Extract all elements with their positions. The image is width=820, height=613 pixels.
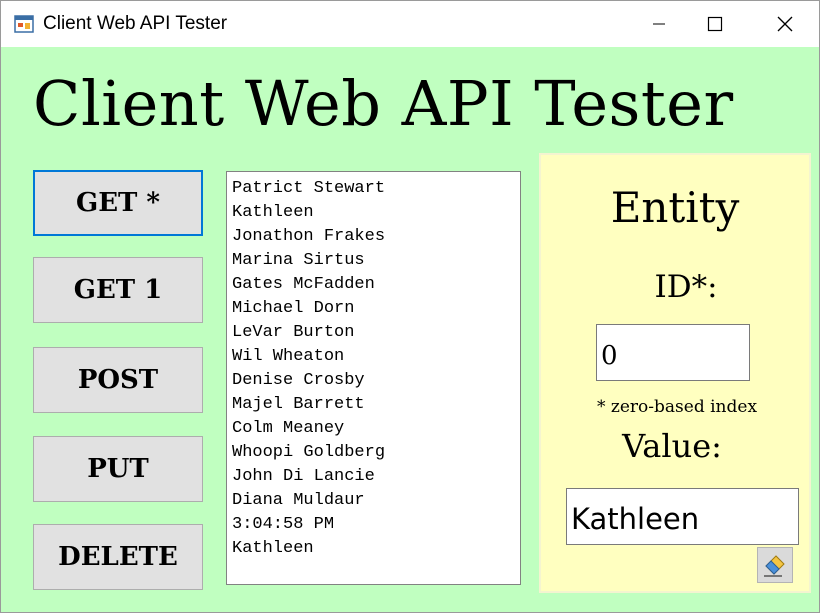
- app-window: Client Web API Tester Client Web API Tes…: [0, 0, 820, 613]
- put-button[interactable]: PUT: [33, 436, 203, 502]
- post-button[interactable]: POST: [33, 347, 203, 413]
- list-item[interactable]: Patrict Stewart: [232, 177, 520, 201]
- maximize-icon: [707, 16, 723, 32]
- close-icon: [777, 16, 793, 32]
- list-item[interactable]: Whoopi Goldberg: [232, 441, 520, 465]
- close-button[interactable]: [755, 1, 815, 47]
- list-item[interactable]: Kathleen: [232, 537, 520, 561]
- list-item[interactable]: Kathleen: [232, 201, 520, 225]
- entity-title: Entity: [610, 183, 740, 232]
- get-all-button[interactable]: GET *: [33, 170, 203, 236]
- id-hint: * zero-based index: [597, 397, 758, 417]
- value-input[interactable]: Kathleen: [566, 488, 799, 545]
- list-item[interactable]: Marina Sirtus: [232, 249, 520, 273]
- eraser-icon: [764, 555, 785, 577]
- list-item[interactable]: Wil Wheaton: [232, 345, 520, 369]
- minimize-button[interactable]: [629, 1, 689, 47]
- list-item[interactable]: Colm Meaney: [232, 417, 520, 441]
- list-item[interactable]: Gates McFadden: [232, 273, 520, 297]
- list-item[interactable]: Michael Dorn: [232, 297, 520, 321]
- entity-panel: Entity ID*: 0 * zero-based index Value: …: [539, 153, 811, 593]
- list-item[interactable]: LeVar Burton: [232, 321, 520, 345]
- list-item[interactable]: 3:04:58 PM: [232, 513, 520, 537]
- list-item[interactable]: John Di Lancie: [232, 465, 520, 489]
- minimize-icon: [653, 23, 665, 25]
- page-title: Client Web API Tester: [33, 67, 734, 140]
- results-listbox[interactable]: Patrict Stewart Kathleen Jonathon Frakes Ma…: [226, 171, 521, 585]
- maximize-button[interactable]: [685, 1, 745, 47]
- id-label: ID*:: [654, 269, 718, 305]
- list-item[interactable]: Majel Barrett: [232, 393, 520, 417]
- app-icon: [14, 14, 34, 34]
- id-input[interactable]: 0: [596, 324, 750, 381]
- title-bar[interactable]: Client Web API Tester: [1, 1, 819, 47]
- list-item[interactable]: Denise Crosby: [232, 369, 520, 393]
- value-label: Value:: [622, 427, 722, 465]
- get-one-button[interactable]: GET 1: [33, 257, 203, 323]
- clear-button[interactable]: [757, 547, 793, 583]
- delete-button[interactable]: DELETE: [33, 524, 203, 590]
- list-item[interactable]: Jonathon Frakes: [232, 225, 520, 249]
- window-title: Client Web API Tester: [43, 13, 228, 34]
- list-item[interactable]: Diana Muldaur: [232, 489, 520, 513]
